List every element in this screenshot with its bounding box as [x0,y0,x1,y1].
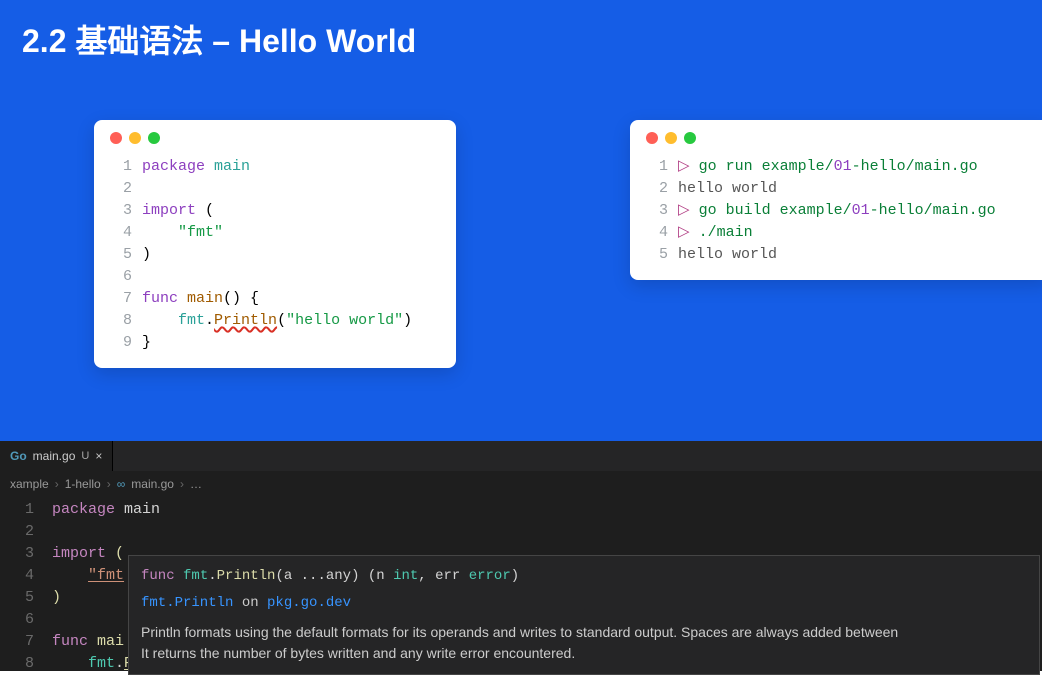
breadcrumb-seg: main.go [131,473,174,495]
tab-close-icon[interactable]: × [95,445,102,467]
slide-area: 2.2 基础语法 – Hello World 1package main 2 3… [0,0,1042,441]
hover-tooltip[interactable]: func fmt.Println(a ...any) (n int, err e… [128,555,1040,675]
zoom-icon[interactable] [148,132,160,144]
close-icon[interactable] [110,132,122,144]
go-file-icon: Go [10,445,27,467]
chevron-right-icon: › [180,473,184,495]
tooltip-signature: func fmt.Println(a ...any) (n int, err e… [141,566,1027,587]
editor-tabbar: Go main.go U × [0,441,1042,471]
vscode-editor: Go main.go U × xample › 1-hello › ∞ main… [0,441,1042,671]
chevron-right-icon: › [55,473,59,495]
breadcrumb-seg: xample [10,473,49,495]
breadcrumb-seg: 1-hello [65,473,101,495]
slide-title: 2.2 基础语法 – Hello World [0,0,1042,78]
code-block: 1package main 2 3import ( 4 "fmt" 5) 6 7… [110,156,440,354]
tooltip-description: Println formats using the default format… [141,622,1027,664]
zoom-icon[interactable] [684,132,696,144]
code-window-source: 1package main 2 3import ( 4 "fmt" 5) 6 7… [94,120,456,368]
chevron-right-icon: › [107,473,111,495]
minimize-icon[interactable] [129,132,141,144]
editor-body[interactable]: 1package main 2 3import ( 4 "fmt 5) 6 7f… [0,497,1042,675]
go-symbol-icon: ∞ [117,473,126,495]
minimize-icon[interactable] [665,132,677,144]
close-icon[interactable] [646,132,658,144]
code-window-terminal: 1▷ go run example/01-hello/main.go 2hell… [630,120,1042,280]
tab-main-go[interactable]: Go main.go U × [0,441,113,471]
tooltip-doc-link[interactable]: fmt.Println on pkg.go.dev [141,593,1027,614]
window-traffic-lights [110,132,440,144]
underlined-call: Println [214,310,277,332]
tab-modified-indicator: U [81,445,89,467]
terminal-block: 1▷ go run example/01-hello/main.go 2hell… [646,156,1034,266]
breadcrumb-more: … [190,473,202,495]
tab-filename: main.go [33,445,76,467]
window-traffic-lights [646,132,1034,144]
breadcrumb[interactable]: xample › 1-hello › ∞ main.go › … [0,471,1042,497]
